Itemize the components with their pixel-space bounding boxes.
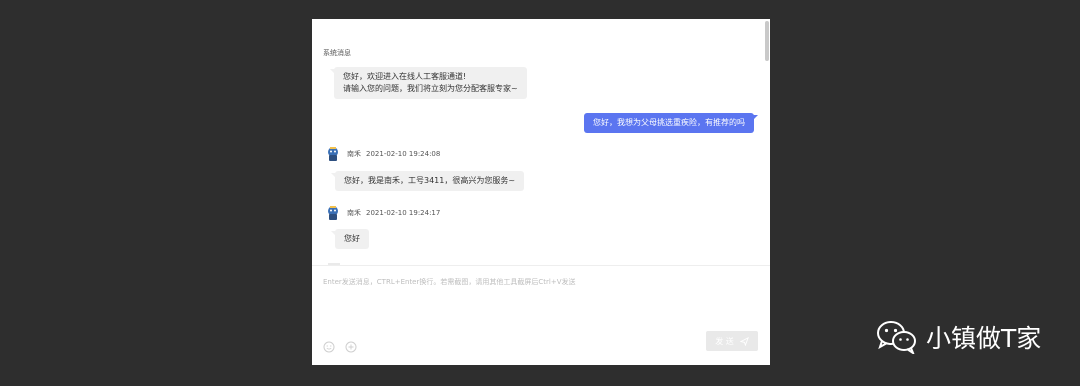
agent-name: 南禾 [347, 209, 361, 217]
welcome-line-1: 您好，欢迎进入在线人工客服通道! [343, 72, 467, 81]
wechat-icon [877, 321, 916, 354]
agent-name: 南禾 [347, 150, 361, 158]
agent-avatar [328, 147, 338, 161]
agent-header: 南禾 2021-02-10 19:24:17 [325, 205, 440, 221]
send-label: 发 送 [715, 336, 734, 346]
agent-timestamp: 2021-02-10 19:24:17 [366, 209, 441, 217]
system-message-label: 系统消息 [323, 49, 351, 57]
user-message-bubble: 您好，我想为父母挑选重疾险，有推荐的吗 [584, 113, 758, 133]
message-list[interactable]: 系统消息 您好，欢迎进入在线人工客服通道! 请输入您的问题，我们将立刻为您分配客… [312, 19, 770, 265]
agent-timestamp: 2021-02-10 19:24:08 [366, 150, 441, 158]
agent-header: 南禾 2021-02-10 19:24:08 [325, 146, 440, 162]
welcome-bubble: 您好，欢迎进入在线人工客服通道! 请输入您的问题，我们将立刻为您分配客服专家~ [330, 67, 527, 99]
agent-message-bubble: 您好，我是南禾，工号3411，很高兴为您服务~ [330, 171, 525, 191]
welcome-line-2: 请输入您的问题，我们将立刻为您分配客服专家~ [343, 84, 518, 93]
scissors-icon[interactable] [345, 341, 357, 353]
send-button[interactable]: 发 送 [706, 331, 758, 351]
agent-message-bubble: 您好 [331, 229, 369, 249]
message-input[interactable]: Enter发送消息，CTRL+Enter换行。若需截图，请用其他工具截屏后Ctr… [323, 277, 575, 287]
chat-window: 系统消息 您好，欢迎进入在线人工客服通道! 请输入您的问题，我们将立刻为您分配客… [312, 19, 770, 365]
paper-plane-icon [739, 336, 749, 346]
smile-icon[interactable] [323, 341, 335, 353]
watermark: 小镇做T家 [876, 319, 1041, 355]
watermark-text: 小镇做T家 [926, 324, 1042, 353]
composer-divider [312, 265, 770, 266]
scrollbar[interactable] [765, 21, 769, 61]
agent-avatar [328, 206, 338, 220]
